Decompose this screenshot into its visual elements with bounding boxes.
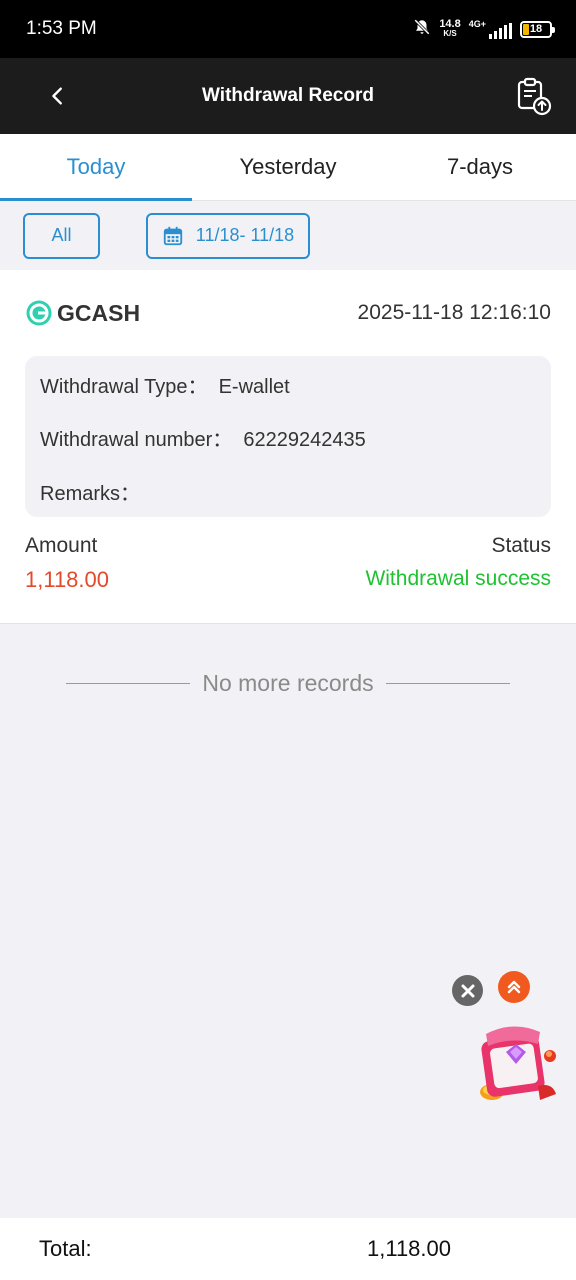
network-type: 4G+ [468, 19, 486, 29]
status-time: 1:53 PM [26, 18, 97, 39]
withdrawal-record-card[interactable]: GCASH 2025-11-18 12:16:10 Withdrawal Typ… [0, 270, 576, 624]
calendar-icon [163, 226, 182, 245]
gift-box-icon [480, 1026, 556, 1100]
payment-method: GCASH [25, 299, 140, 327]
date-range-button[interactable]: 11/18- 11/18 [146, 212, 310, 259]
export-record-button[interactable] [514, 76, 554, 116]
total-value: 1,118.00 [367, 1236, 452, 1261]
divider [385, 682, 510, 684]
date-tabs: Today Yesterday 7-days [0, 134, 576, 201]
net-speed-value: 14.8 [439, 18, 461, 30]
status-badge: Withdrawal success [365, 567, 551, 590]
list-end-indicator: No more records [66, 667, 510, 699]
status-bar: 1:53 PM 14.8 K/S 4G+ 18 [0, 0, 576, 58]
net-speed: 14.8 K/S [439, 18, 461, 39]
close-promo-button[interactable] [452, 975, 483, 1006]
chevron-left-icon [52, 87, 62, 105]
filter-all-button[interactable]: All [23, 212, 100, 259]
status-label: Status [491, 534, 551, 557]
record-details: Withdrawal Type： E-wallet Withdrawal num… [25, 356, 551, 517]
filter-row: All 11/18- 11/18 [0, 201, 576, 270]
total-bar: Total: 1,118.00 [0, 1218, 576, 1280]
tab-yesterday[interactable]: Yesterday [192, 134, 384, 200]
battery-level: 18 [529, 23, 543, 35]
battery-icon: 18 [520, 20, 555, 38]
amount-label: Amount [25, 534, 98, 557]
page-title: Withdrawal Record [202, 85, 374, 106]
payment-method-name: GCASH [57, 299, 141, 326]
gcash-logo-icon [26, 300, 52, 326]
status-indicators: 14.8 K/S 4G+ 18 [413, 18, 555, 41]
app-header: Withdrawal Record [0, 58, 576, 134]
scroll-top-button[interactable] [498, 971, 530, 1003]
date-range-label: 11/18- 11/18 [195, 225, 295, 245]
amount-value: 1,118.00 [25, 567, 110, 592]
net-speed-unit: K/S [443, 29, 457, 38]
back-button[interactable] [38, 76, 78, 116]
signal-icon: 4G+ [469, 19, 512, 39]
close-icon [461, 984, 474, 997]
tab-7-days[interactable]: 7-days [384, 134, 576, 200]
no-more-records-text: No more records [202, 669, 374, 696]
clipboard-upload-icon [517, 77, 552, 116]
divider [66, 682, 191, 684]
bell-muted-icon [413, 18, 431, 41]
withdrawal-type: Withdrawal Type： E-wallet [40, 376, 290, 398]
tab-today[interactable]: Today [0, 134, 192, 201]
remarks: Remarks： [40, 483, 141, 505]
record-datetime: 2025-11-18 12:16:10 [357, 301, 551, 324]
double-chevron-up-icon [507, 980, 521, 994]
withdrawal-number: Withdrawal number： 62229242435 [40, 429, 366, 451]
record-header: GCASH 2025-11-18 12:16:10 [25, 296, 551, 330]
total-label: Total: [39, 1236, 92, 1261]
promo-gift-button[interactable] [470, 1022, 560, 1108]
